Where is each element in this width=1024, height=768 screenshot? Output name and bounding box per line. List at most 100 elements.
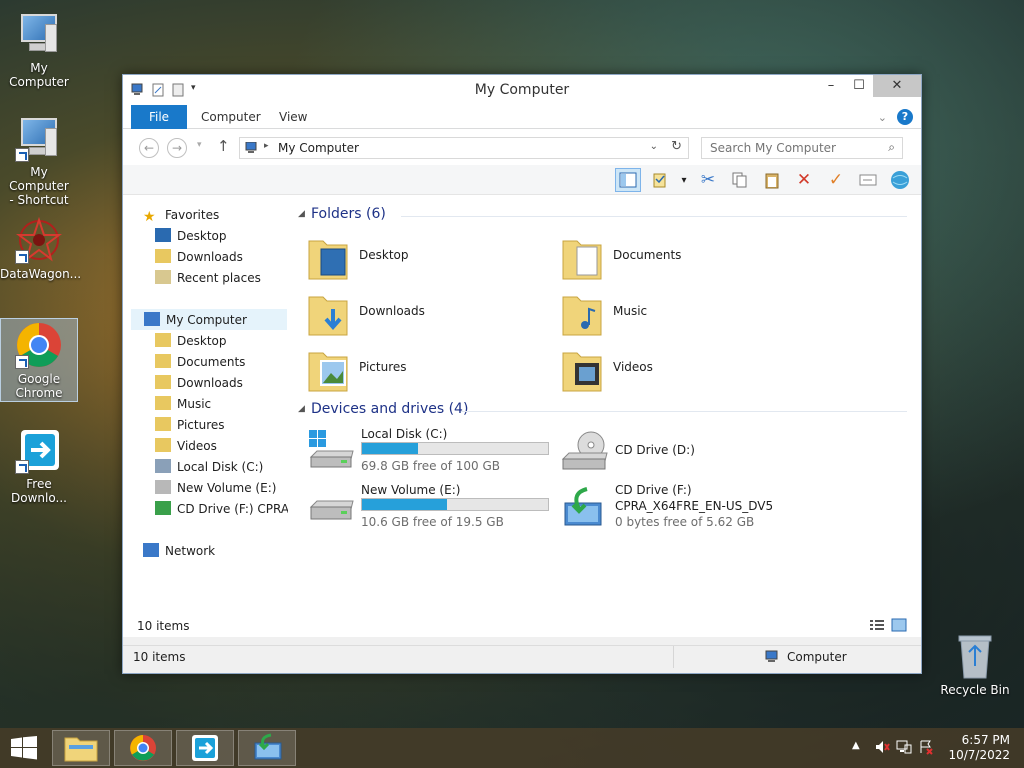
address-bar[interactable]: ▸ My Computer ⌄ ↻ (239, 137, 689, 159)
nav-music[interactable]: Music (155, 394, 211, 415)
desktop-icon-recycle-bin[interactable]: Recycle Bin (936, 630, 1014, 697)
help-icon[interactable]: ? (897, 109, 913, 125)
collapse-devices-icon[interactable]: ◢ (298, 404, 305, 414)
drive-e-usage-bar (361, 498, 549, 511)
network-tray-icon[interactable] (896, 739, 912, 758)
up-button[interactable]: ↑ (217, 137, 230, 155)
tab-computer[interactable]: Computer (201, 105, 261, 129)
drive-new-volume-e[interactable]: New Volume (E:) 10.6 GB free of 19.5 GB (307, 483, 557, 535)
items-footer: 10 items (123, 615, 921, 637)
drive-icon (309, 500, 354, 520)
system-tray: ▲ 6:57 PM 10/7/2022 (834, 728, 1024, 768)
desktop-icon-label: DataWagon... (0, 267, 82, 281)
folder-documents[interactable]: Documents (561, 231, 811, 283)
address-dropdown-icon[interactable]: ⌄ (650, 141, 658, 152)
windows-logo-icon (11, 736, 37, 760)
tab-view[interactable]: View (279, 105, 307, 129)
nav-my-computer[interactable]: My Computer (131, 309, 287, 330)
window-title: My Computer (474, 82, 570, 98)
globe-icon[interactable] (887, 168, 913, 192)
view-dropdown-icon[interactable]: ▾ (679, 168, 689, 192)
search-input[interactable] (702, 138, 872, 158)
desktop-icon-free-download[interactable]: Free Downlo... (0, 424, 78, 505)
nav-fav-recent[interactable]: Recent places (155, 268, 261, 289)
documents-folder-icon (155, 354, 171, 368)
properties-checklist-icon[interactable] (647, 168, 673, 192)
nav-documents[interactable]: Documents (155, 352, 245, 373)
nav-local-disk-c[interactable]: Local Disk (C:) (155, 457, 263, 478)
folders-heading[interactable]: Folders (6) (311, 206, 386, 222)
start-button[interactable] (10, 736, 38, 760)
delete-icon[interactable]: ✕ (791, 168, 817, 192)
preview-pane-icon[interactable] (615, 168, 641, 192)
taskbar-chrome[interactable] (114, 730, 172, 766)
taskbar-installer[interactable] (238, 730, 296, 766)
desktop-icon-label: Free (26, 477, 52, 491)
nav-fav-desktop[interactable]: Desktop (155, 226, 227, 247)
nav-desktop[interactable]: Desktop (155, 331, 227, 352)
nav-pictures[interactable]: Pictures (155, 415, 225, 436)
nav-favorites[interactable]: ★ Favorites (143, 205, 219, 226)
clock[interactable]: 6:57 PM 10/7/2022 (948, 733, 1010, 763)
copy-icon[interactable] (727, 168, 753, 192)
taskbar-free-download[interactable] (176, 730, 234, 766)
group-divider (461, 411, 907, 412)
desktop-folder-icon (155, 333, 171, 347)
forward-button[interactable]: → (167, 138, 187, 158)
documents-folder-icon (562, 240, 602, 280)
taskbar-file-explorer[interactable] (52, 730, 110, 766)
drive-local-disk-c[interactable]: Local Disk (C:) 69.8 GB free of 100 GB (307, 427, 557, 479)
nav-fav-downloads[interactable]: Downloads (155, 247, 243, 268)
nav-network[interactable]: Network (143, 541, 215, 562)
tab-file[interactable]: File (131, 105, 187, 129)
refresh-icon[interactable]: ↻ (671, 139, 682, 154)
windows-drive-icon (155, 459, 171, 473)
large-icons-view-icon[interactable] (891, 618, 907, 635)
recent-locations-icon[interactable]: ▾ (197, 140, 202, 150)
search-icon[interactable]: ⌕ (888, 140, 895, 155)
ribbon-tabs: File Computer View ⌄ ? (123, 105, 921, 129)
recent-places-icon (155, 270, 171, 284)
expand-ribbon-icon[interactable]: ⌄ (878, 111, 887, 124)
explorer-window: ▾ My Computer – ☐ ✕ File Computer View ⌄… (122, 74, 922, 674)
nav-cd-drive-f[interactable]: CD Drive (F:) CPRA_X (155, 499, 288, 520)
close-button[interactable]: ✕ (873, 75, 921, 97)
main-pane: ◢ Folders (6) Desktop Documents Download… (293, 195, 921, 615)
paste-icon[interactable] (759, 168, 785, 192)
desktop-icon-google-chrome[interactable]: Google Chrome (0, 318, 78, 402)
drive-cd-f[interactable]: CD Drive (F:) CPRA_X64FRE_EN-US_DV5 0 by… (561, 483, 811, 535)
nav-new-volume-e[interactable]: New Volume (E:) (155, 478, 276, 499)
free-download-icon (192, 735, 218, 761)
back-button[interactable]: ← (139, 138, 159, 158)
desktop-icon-my-computer-shortcut[interactable]: My Computer - Shortcut (0, 112, 78, 207)
group-divider (401, 216, 907, 217)
folder-videos[interactable]: Videos (561, 343, 811, 395)
desktop-icon-datawagon[interactable]: DataWagon... (0, 214, 82, 281)
cut-icon[interactable]: ✂ (695, 168, 721, 192)
show-hidden-icons-icon[interactable]: ▲ (852, 740, 860, 751)
minimize-button[interactable]: – (817, 75, 845, 97)
breadcrumb-chevron-icon[interactable]: ▸ (264, 141, 269, 151)
network-icon (143, 543, 159, 557)
collapse-folders-icon[interactable]: ◢ (298, 209, 305, 219)
desktop-icon-label: My Computer (9, 61, 69, 89)
navigation-bar: ← → ▾ ↑ ▸ My Computer ⌄ ↻ ⌕ (123, 129, 921, 165)
drive-cd-d[interactable]: CD Drive (D:) (561, 427, 811, 479)
file-explorer-icon (64, 737, 98, 762)
nav-videos[interactable]: Videos (155, 436, 217, 457)
folder-downloads[interactable]: Downloads (307, 287, 557, 339)
folder-music[interactable]: Music (561, 287, 811, 339)
maximize-button[interactable]: ☐ (845, 75, 873, 97)
rename-field-icon[interactable] (855, 168, 881, 192)
devices-heading[interactable]: Devices and drives (4) (311, 401, 468, 417)
desktop-icon-my-computer[interactable]: My Computer (0, 8, 78, 89)
breadcrumb-my-computer[interactable]: My Computer (278, 141, 359, 155)
desktop-icon-label: Google (17, 372, 61, 386)
folder-pictures[interactable]: Pictures (307, 343, 557, 395)
folder-desktop[interactable]: Desktop (307, 231, 557, 283)
action-center-icon[interactable] (918, 739, 934, 758)
volume-muted-icon[interactable] (874, 739, 890, 758)
nav-downloads[interactable]: Downloads (155, 373, 243, 394)
details-view-icon[interactable] (869, 618, 885, 635)
rename-check-icon[interactable]: ✓ (823, 168, 849, 192)
